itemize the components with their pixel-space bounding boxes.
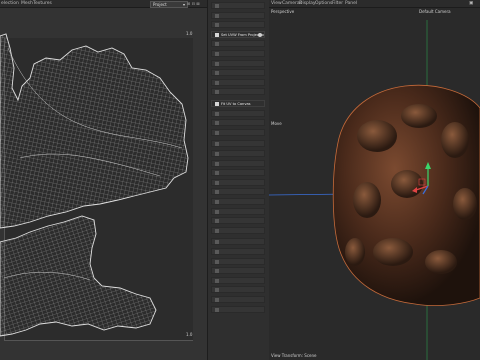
uv-mesh-islands[interactable] bbox=[0, 8, 207, 360]
tool-button-27[interactable] bbox=[211, 257, 265, 265]
tool-icon bbox=[215, 298, 219, 302]
tool-button-21[interactable] bbox=[211, 198, 265, 205]
tool-button-13[interactable] bbox=[211, 119, 265, 127]
tool-label: Fit UV to Canvas bbox=[221, 102, 251, 106]
tool-icon bbox=[215, 180, 219, 185]
tool-icon bbox=[215, 80, 219, 85]
tool-button-4[interactable]: Set UVW From Projection bbox=[211, 30, 265, 38]
tool-button-23[interactable] bbox=[211, 217, 265, 225]
viewport-scene bbox=[269, 20, 480, 360]
tool-button-18[interactable] bbox=[211, 169, 265, 177]
menu-display[interactable]: Display bbox=[299, 0, 316, 7]
tool-button-11[interactable]: Fit UV to Canvas bbox=[211, 100, 265, 107]
tool-button-20[interactable] bbox=[211, 188, 265, 196]
tool-button-19[interactable] bbox=[211, 178, 265, 186]
chevron-down-icon: ▾ bbox=[182, 2, 185, 7]
tool-button-26[interactable] bbox=[211, 248, 265, 255]
uv-toolbar-icons[interactable]: ⊞ ⊟ ⊠ bbox=[187, 0, 205, 7]
3d-viewport[interactable]: Perspective Default Camera Move View Tra… bbox=[269, 8, 480, 360]
menu-selection[interactable]: election bbox=[1, 0, 19, 7]
tool-button-15[interactable] bbox=[211, 140, 265, 148]
tool-button-2[interactable] bbox=[211, 11, 265, 19]
tool-button-14[interactable] bbox=[211, 128, 265, 136]
tool-icon bbox=[215, 71, 219, 76]
uv-canvas[interactable]: 1.0 1.0 bbox=[0, 8, 207, 360]
tool-icon bbox=[215, 130, 219, 135]
menu-options[interactable]: Options bbox=[315, 0, 332, 7]
tool-icon bbox=[215, 171, 219, 176]
tool-button-29[interactable] bbox=[211, 276, 265, 284]
tool-icon bbox=[215, 102, 219, 106]
uv-project-dropdown[interactable]: Project ▾ bbox=[150, 1, 188, 8]
tool-button-9[interactable] bbox=[211, 78, 265, 86]
gear-icon[interactable] bbox=[258, 32, 262, 37]
tool-icon bbox=[215, 4, 219, 8]
tool-icon bbox=[215, 190, 219, 195]
viewport-layout-icon[interactable]: ▣ bbox=[469, 0, 473, 7]
tool-icon bbox=[215, 32, 219, 37]
tool-icon bbox=[215, 90, 219, 95]
tool-icon bbox=[215, 240, 219, 245]
tool-icon bbox=[215, 23, 219, 28]
tool-button-24[interactable] bbox=[211, 226, 265, 234]
tool-icon bbox=[215, 121, 219, 126]
tool-button-1[interactable] bbox=[211, 2, 265, 9]
tool-button-22[interactable] bbox=[211, 207, 265, 215]
uv-island-lower bbox=[0, 215, 157, 337]
tool-icon bbox=[215, 42, 219, 47]
tool-button-6[interactable] bbox=[211, 50, 265, 57]
tool-icon bbox=[215, 111, 219, 116]
tool-icon bbox=[215, 142, 219, 147]
menu-mesh[interactable]: Mesh bbox=[21, 0, 33, 7]
tool-button-3[interactable] bbox=[211, 21, 265, 29]
tool-button-32[interactable] bbox=[211, 305, 265, 313]
tool-button-31[interactable] bbox=[211, 296, 265, 303]
tool-icon bbox=[215, 228, 219, 233]
tool-icon bbox=[215, 259, 219, 264]
menu-textures[interactable]: Textures bbox=[33, 0, 52, 7]
tool-button-5[interactable] bbox=[211, 40, 265, 48]
tool-button-10[interactable] bbox=[211, 88, 265, 96]
uv-project-dropdown-value: Project bbox=[153, 2, 167, 7]
menu-view[interactable]: View bbox=[271, 0, 282, 7]
tool-icon bbox=[215, 288, 219, 293]
tool-icon bbox=[215, 250, 219, 254]
tool-icon bbox=[215, 152, 219, 156]
tool-icon bbox=[215, 307, 219, 312]
tool-button-25[interactable] bbox=[211, 238, 265, 246]
tool-button-8[interactable] bbox=[211, 69, 265, 77]
tool-icon bbox=[215, 161, 219, 166]
tool-icon bbox=[215, 278, 219, 283]
tool-button-30[interactable] bbox=[211, 286, 265, 294]
tool-icon bbox=[215, 200, 219, 204]
tool-icon bbox=[215, 269, 219, 274]
tool-icon bbox=[215, 61, 219, 66]
menu-panel[interactable]: Panel bbox=[345, 0, 357, 7]
tool-icon bbox=[215, 209, 219, 214]
rock-model bbox=[332, 84, 480, 306]
tool-button-7[interactable] bbox=[211, 59, 265, 67]
tool-button-17[interactable] bbox=[211, 159, 265, 167]
tool-icon bbox=[215, 13, 219, 18]
tool-button-12[interactable] bbox=[211, 109, 265, 117]
tool-button-16[interactable] bbox=[211, 150, 265, 157]
tool-button-28[interactable] bbox=[211, 267, 265, 275]
tool-icon bbox=[215, 52, 219, 56]
uv-island-upper bbox=[0, 33, 189, 229]
viewport-menubar: View Cameras Display Options Filter Pane… bbox=[269, 0, 480, 8]
menu-filter[interactable]: Filter bbox=[332, 0, 343, 7]
tool-icon bbox=[215, 219, 219, 224]
uv-tools-panel: Set UVW From Projection Fit UV to Canvas bbox=[207, 0, 270, 360]
